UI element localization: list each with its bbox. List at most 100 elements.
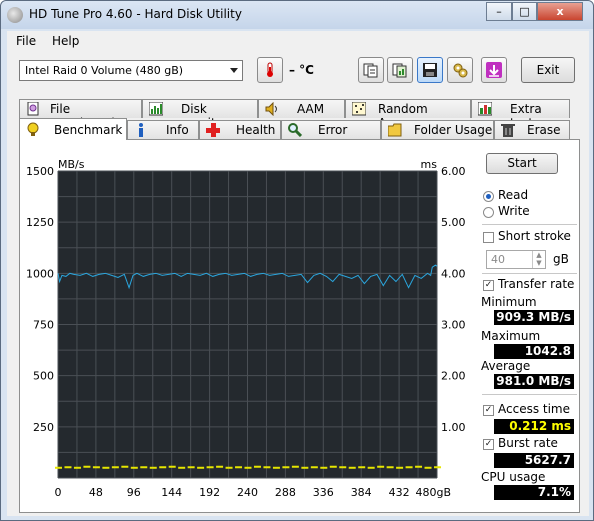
x-tick-label: 480gB [415,486,451,499]
access-time-point [272,466,280,469]
copy-screenshot-button[interactable] [387,57,413,83]
close-button[interactable]: x [537,2,583,21]
benchmark-panel: MB/s ms 1500 1250 1000 750 500 250 6.00 5.00 4.… [19,139,580,513]
short-stroke-checkbox[interactable] [483,232,494,243]
y2-tick-label: 6.00 [441,165,466,178]
access-time-point [55,466,62,469]
tab-erase-label: Erase [527,123,561,137]
access-time-point [102,466,110,469]
access-time-point [206,466,214,469]
copy-screenshot-icon [392,63,407,78]
menu-help[interactable]: Help [52,34,79,48]
client-area: Intel Raid 0 Volume (480 gB) – °C Exit F… [7,51,589,516]
temperature-readout: – °C [289,63,314,77]
minimum-label: Minimum [481,295,537,309]
access-time-point [367,466,375,469]
maximum-value: 1042.8 MB/s [494,344,574,373]
tab-extra-tests[interactable]: Extra tests [471,99,570,130]
access-time-point [130,466,138,469]
access-time-point [73,466,81,469]
tab-folder-usage[interactable]: Folder Usage [381,120,494,139]
access-time-point [83,465,91,468]
y2-tick-label: 1.00 [441,421,466,434]
tab-file-benchmark[interactable]: File Benchmark [19,99,142,130]
access-time-point [187,466,195,469]
temperature-button[interactable] [257,57,283,83]
access-time-checkbox[interactable]: ✓ [483,405,494,416]
exit-button[interactable]: Exit [521,57,575,83]
average-value: 981.0 MB/s [494,374,574,389]
y2-tick-label: 5.00 [441,216,466,229]
average-label: Average [481,359,531,373]
access-time-value: 0.212 ms [494,419,574,434]
access-time-point [64,466,72,469]
download-button[interactable] [481,57,507,83]
access-time-point [396,466,404,469]
x-tick-label: 0 [55,486,62,499]
access-time-point [197,466,205,469]
maximize-button[interactable]: □ [512,2,537,21]
save-button[interactable] [417,57,443,83]
y-tick-label: 750 [33,319,54,332]
tab-erase[interactable]: Erase [494,120,570,139]
x-tick-label: 48 [89,486,103,499]
x-tick-label: 96 [127,486,141,499]
access-time-point [405,466,413,469]
spinner-arrows-icon[interactable]: ▲ ▼ [532,251,545,268]
transfer-rate-checkbox[interactable]: ✓ [483,280,494,291]
app-window: HD Tune Pro 4.60 - Hard Disk Utility – □… [0,0,594,521]
cpu-usage-value: 7.1% [494,485,574,500]
write-radio[interactable] [483,207,494,218]
x-tick-labels: 0 48 96 144 192 240 288 336 384 432 480gB [55,486,452,499]
access-time-point [92,466,100,469]
save-icon [423,63,437,77]
menu-file[interactable]: File [16,34,36,48]
access-time-point [216,465,224,468]
options-button[interactable] [447,57,473,83]
access-time-point [244,466,252,469]
extra-tests-icon [478,102,492,116]
menu-bar: File Help [7,31,589,51]
tab-error-scan[interactable]: Error Scan [281,120,381,151]
tab-info[interactable]: Info [127,120,199,139]
read-radio[interactable] [483,191,494,202]
minimize-button[interactable]: – [486,2,512,21]
copy-info-button[interactable] [358,57,384,83]
cpu-usage-label: CPU usage [481,470,546,484]
short-stroke-value: 40 [491,253,505,266]
access-time-point [424,466,432,469]
y-tick-label: 1250 [26,216,54,229]
access-time-point [140,466,148,469]
x-tick-label: 144 [161,486,182,499]
tab-random-access[interactable]: Random Access [345,99,471,130]
short-stroke-unit: gB [553,252,569,266]
access-time-point [339,466,347,469]
access-time-point [329,465,337,468]
access-time-point [263,466,271,469]
access-time-point [178,466,186,469]
transfer-rate-chart: MB/s ms 1500 1250 1000 750 500 250 6.00 5.00 4.… [26,158,466,499]
burst-rate-checkbox[interactable]: ✓ [483,439,494,450]
y2-axis-label: ms [421,158,438,171]
title-bar[interactable]: HD Tune Pro 4.60 - Hard Disk Utility – □… [1,1,593,29]
access-time-point [348,466,356,469]
tab-folder-usage-label: Folder Usage [414,123,493,137]
folder-icon [388,123,402,137]
transfer-rate-label: Transfer rate [498,277,575,291]
burst-rate-label: Burst rate [498,436,558,450]
start-button[interactable]: Start [486,153,558,174]
tab-aam[interactable]: AAM [258,99,345,118]
minimum-value: 909.3 MB/s [494,310,574,325]
short-stroke-spinner[interactable]: 40 ▲ ▼ [486,250,546,269]
tab-benchmark[interactable]: Benchmark [19,118,127,140]
window-title: HD Tune Pro 4.60 - Hard Disk Utility [29,7,242,21]
read-label: Read [498,188,529,202]
separator [482,273,577,274]
y-tick-labels: 1500 1250 1000 750 500 250 [26,165,54,434]
drive-select[interactable]: Intel Raid 0 Volume (480 gB) [19,60,243,81]
tab-disk-monitor[interactable]: Disk monitor [142,99,258,130]
download-icon [486,62,502,78]
tab-health[interactable]: Health [199,120,281,139]
y-tick-label: 500 [33,370,54,383]
access-time-point [121,465,129,468]
